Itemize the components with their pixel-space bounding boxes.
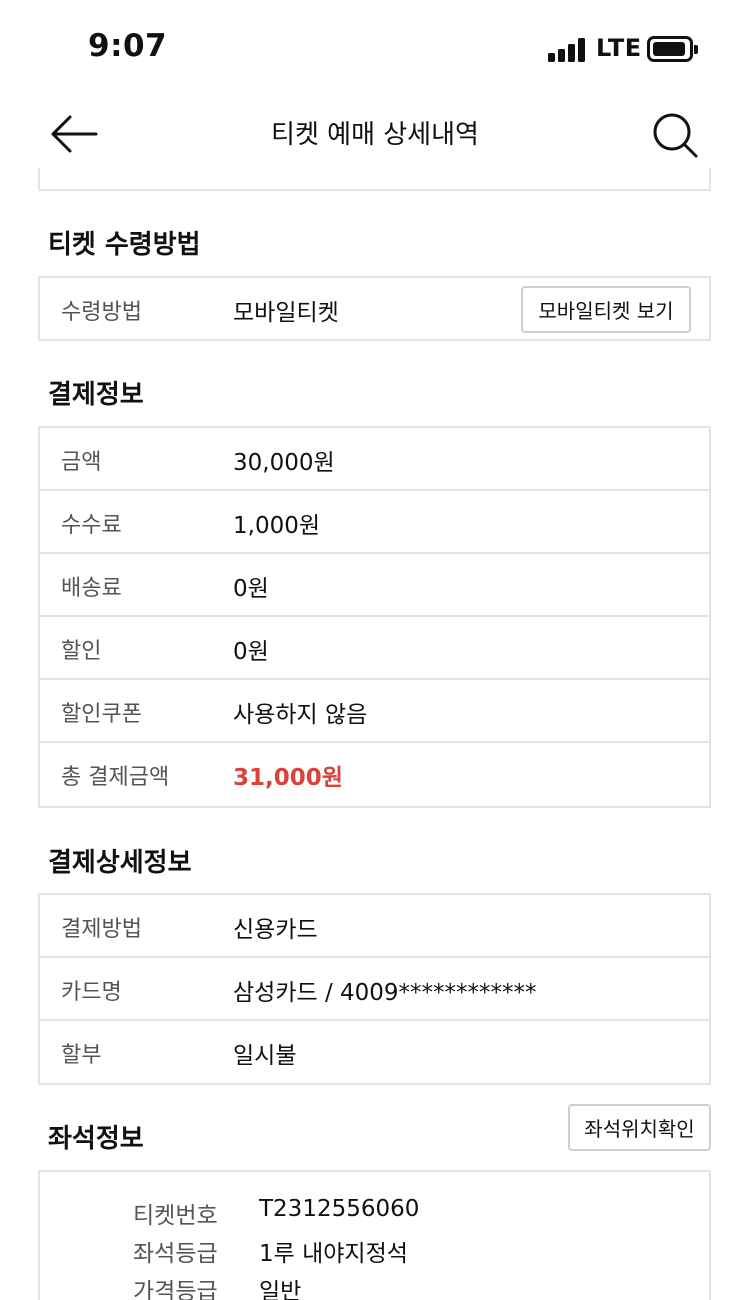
row-label: 카드명 — [61, 980, 122, 1005]
row-value: 0원 — [233, 576, 269, 602]
check-seat-location-button[interactable]: 좌석위치확인 — [568, 1104, 711, 1151]
row-value: 일시불 — [233, 1043, 297, 1069]
receive-value: 모바일티켓 — [233, 300, 339, 326]
receive-section-title: 티켓 수령방법 — [48, 230, 201, 260]
receive-label: 수령방법 — [61, 300, 142, 325]
payment-row-discount: 할인 0원 — [40, 617, 709, 680]
payment-box: 금액 30,000원 수수료 1,000원 배송료 0원 할인 0원 할인쿠폰 … — [38, 426, 711, 808]
total-amount-value: 31,000원 — [233, 765, 343, 791]
row-label: 수수료 — [61, 513, 122, 538]
row-label: 결제방법 — [61, 917, 142, 942]
row-value: T2312556060 — [259, 1196, 420, 1222]
row-value: 사용하지 않음 — [233, 702, 368, 728]
payment-detail-box: 결제방법 신용카드 카드명 삼성카드 / 4009************ 할부… — [38, 893, 711, 1085]
receive-row: 수령방법 모바일티켓 모바일티켓 보기 — [40, 278, 709, 341]
payment-detail-row-card: 카드명 삼성카드 / 4009************ — [40, 958, 709, 1021]
row-label: 할부 — [61, 1043, 102, 1068]
payment-detail-row-installment: 할부 일시불 — [40, 1021, 709, 1084]
row-value: 일반 — [259, 1279, 302, 1300]
row-value: 신용카드 — [233, 917, 318, 943]
payment-section-title: 결제정보 — [48, 380, 144, 410]
status-time: 9:07 — [88, 28, 168, 64]
row-label: 티켓번호 — [133, 1203, 218, 1229]
row-label: 좌석등급 — [133, 1241, 218, 1267]
row-label: 할인 — [61, 639, 102, 664]
nav-bar: 티켓 예매 상세내역 — [0, 100, 750, 168]
search-icon — [653, 113, 698, 158]
payment-row-coupon: 할인쿠폰 사용하지 않음 — [40, 680, 709, 743]
seat-section-title: 좌석정보 — [48, 1124, 144, 1154]
row-value: 1,000원 — [233, 513, 321, 539]
row-value: 0원 — [233, 639, 269, 665]
payment-row-total: 총 결제금액 31,000원 — [40, 743, 709, 806]
row-label: 총 결제금액 — [61, 765, 170, 790]
row-value: 30,000원 — [233, 450, 335, 476]
payment-detail-row-method: 결제방법 신용카드 — [40, 895, 709, 958]
row-value: 삼성카드 / 4009************ — [233, 980, 537, 1006]
receive-box: 수령방법 모바일티켓 모바일티켓 보기 — [38, 276, 711, 341]
view-mobile-ticket-button[interactable]: 모바일티켓 보기 — [521, 286, 691, 333]
status-bar: 9:07 LTE — [0, 0, 750, 100]
row-label: 배송료 — [61, 576, 122, 601]
search-button[interactable] — [650, 110, 700, 160]
row-value: 1루 내야지정석 — [259, 1241, 408, 1267]
row-label: 할인쿠폰 — [61, 702, 142, 727]
payment-row-amount: 금액 30,000원 — [40, 428, 709, 491]
payment-row-delivery: 배송료 0원 — [40, 554, 709, 617]
seat-box: 티켓번호 T2312556060 좌석등급 1루 내야지정석 가격등급 일반 — [38, 1170, 711, 1300]
payment-detail-section-title: 결제상세정보 — [48, 848, 192, 878]
battery-icon — [647, 36, 698, 62]
page-title: 티켓 예매 상세내역 — [271, 120, 479, 150]
row-label: 금액 — [61, 450, 102, 475]
row-label: 가격등급 — [133, 1279, 218, 1300]
network-label: LTE — [596, 34, 642, 62]
previous-section-box — [38, 168, 711, 191]
payment-row-fee: 수수료 1,000원 — [40, 491, 709, 554]
signal-icon — [548, 38, 588, 62]
